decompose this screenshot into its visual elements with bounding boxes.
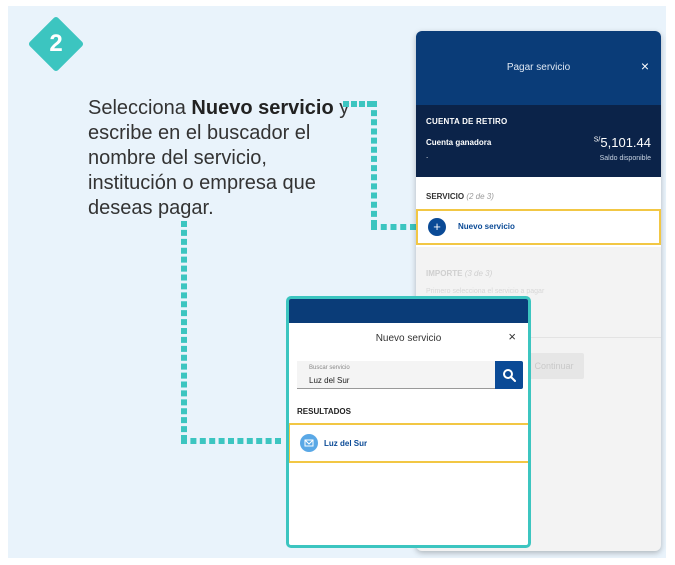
tutorial-canvas: 2 Selecciona Nuevo servicio y escribe en… <box>8 6 666 558</box>
new-service-button[interactable]: + Nuevo servicio <box>416 209 661 245</box>
account-balance: S/5,101.44 <box>594 135 651 150</box>
modal-top-bar <box>289 299 528 323</box>
envelope-icon <box>300 434 318 452</box>
balance-amount: 5,101.44 <box>600 135 651 150</box>
account-label: CUENTA DE RETIRO <box>426 117 508 126</box>
balance-caption: Saldo disponible <box>599 155 651 162</box>
amount-step: (3 de 3) <box>464 269 493 278</box>
amount-label: IMPORTE (3 de 3) <box>426 269 492 278</box>
panel-header: Pagar servicio × <box>416 31 661 105</box>
search-button[interactable] <box>495 361 523 389</box>
connector-top-vertical <box>371 101 377 226</box>
search-placeholder: Buscar servicio <box>309 365 350 371</box>
service-label: SERVICIO (2 de 3) <box>426 192 494 201</box>
instruction-before: Selecciona <box>88 97 192 119</box>
service-label-text: SERVICIO <box>426 192 465 201</box>
step-badge: 2 <box>27 15 85 73</box>
service-step: (2 de 3) <box>466 192 494 201</box>
connector-top-horizontal <box>343 101 373 107</box>
search-input[interactable]: Buscar servicio Luz del Sur <box>297 361 495 389</box>
result-item[interactable]: Luz del Sur <box>289 423 528 463</box>
search-value: Luz del Sur <box>309 376 350 385</box>
new-service-modal: Nuevo servicio × Buscar servicio Luz del… <box>286 296 531 548</box>
result-label: Luz del Sur <box>324 439 368 448</box>
connector-bottom-vertical <box>181 221 187 441</box>
continue-button[interactable]: Continuar <box>524 353 584 379</box>
step-number: 2 <box>49 30 63 57</box>
modal-title: Nuevo servicio <box>375 333 442 344</box>
instruction-bold: Nuevo servicio <box>191 97 334 119</box>
connector-top-horizontal-2 <box>371 224 416 230</box>
panel-title: Pagar servicio <box>506 62 571 73</box>
results-label: RESULTADOS <box>297 407 351 416</box>
amount-hint: Primero selecciona el servicio a pagar <box>426 288 545 295</box>
new-service-label: Nuevo servicio <box>458 222 515 231</box>
account-name: Cuenta ganadora <box>426 138 492 147</box>
account-number: . <box>426 151 429 160</box>
instruction-text: Selecciona Nuevo servicio y escribe en e… <box>88 96 358 221</box>
close-icon[interactable]: × <box>508 329 516 344</box>
panel-close-icon[interactable]: × <box>641 58 649 74</box>
account-section: CUENTA DE RETIRO Cuenta ganadora . S/5,1… <box>416 105 661 177</box>
plus-icon: + <box>428 218 446 236</box>
connector-bottom-horizontal <box>181 438 281 444</box>
amount-label-text: IMPORTE <box>426 269 463 278</box>
search-icon <box>503 369 516 382</box>
